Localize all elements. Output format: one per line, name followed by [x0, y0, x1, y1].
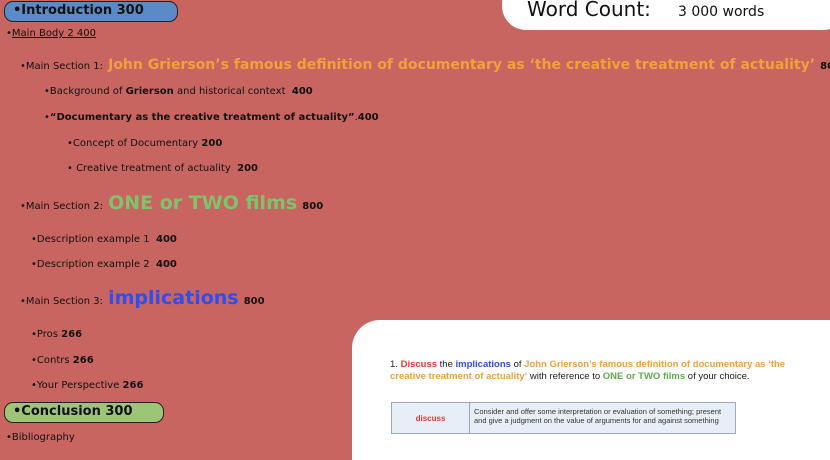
definition-text: Consider and offer some interpretation o…: [474, 407, 722, 425]
section-2-item-example-1: •Description example 1 400: [31, 234, 177, 245]
section-2-item-example-2: •Description example 2 400: [31, 259, 177, 270]
bibliography-line: •Bibliography: [6, 432, 75, 443]
main-section-1-highlight: John Grierson’s famous definition of doc…: [108, 57, 816, 73]
main-section-1: •Main Section 1: John Grierson’s famous …: [20, 54, 830, 73]
word-count-label: Word Count:: [527, 0, 651, 21]
main-body-line: •Main Body 2 400: [6, 28, 96, 39]
task-panel: [352, 320, 830, 460]
word-count-value: 3 000 words: [678, 4, 765, 20]
main-section-2-count: 800: [302, 201, 324, 212]
section-3-item-contrs: •Contrs 266: [31, 355, 94, 366]
main-section-3-highlight: implications: [108, 287, 239, 309]
keyword-implications: implications: [455, 359, 511, 370]
essay-question: 1. Discuss the implications of John Grie…: [390, 359, 786, 382]
definition-table: discuss Consider and offer some interpre…: [391, 402, 736, 434]
section-1-item-quote: •“Documentary as the creative treatment …: [44, 112, 379, 123]
section-1-item-background: •Background of Grierson and historical c…: [44, 86, 313, 97]
main-section-1-prefix: •Main Section 1:: [20, 61, 104, 72]
section-3-item-pros: •Pros 266: [31, 329, 83, 340]
main-section-3: •Main Section 3: implications 800: [20, 287, 265, 309]
section-3-item-perspective: •Your Perspective 266: [31, 380, 144, 391]
main-section-2-prefix: •Main Section 2:: [20, 201, 104, 212]
section-1-item-concept: •Concept of Documentary 200: [67, 138, 223, 149]
main-section-1-count: 800: [820, 61, 830, 72]
main-section-2: •Main Section 2: ONE or TWO films 800: [20, 192, 323, 214]
main-section-3-count: 800: [243, 296, 265, 307]
main-body-label: Main Body 2 400: [11, 28, 97, 39]
conclusion-pill: •Conclusion 300: [4, 402, 164, 423]
introduction-pill: •Introduction 300: [4, 1, 178, 22]
keyword-films: ONE or TWO films: [602, 371, 686, 382]
main-section-2-highlight: ONE or TWO films: [108, 192, 298, 214]
section-1-item-creative: • Creative treatment of actuality 200: [67, 163, 258, 174]
definition-term: discuss: [392, 403, 470, 433]
main-section-3-prefix: •Main Section 3:: [20, 296, 104, 307]
keyword-discuss: Discuss: [400, 359, 438, 370]
